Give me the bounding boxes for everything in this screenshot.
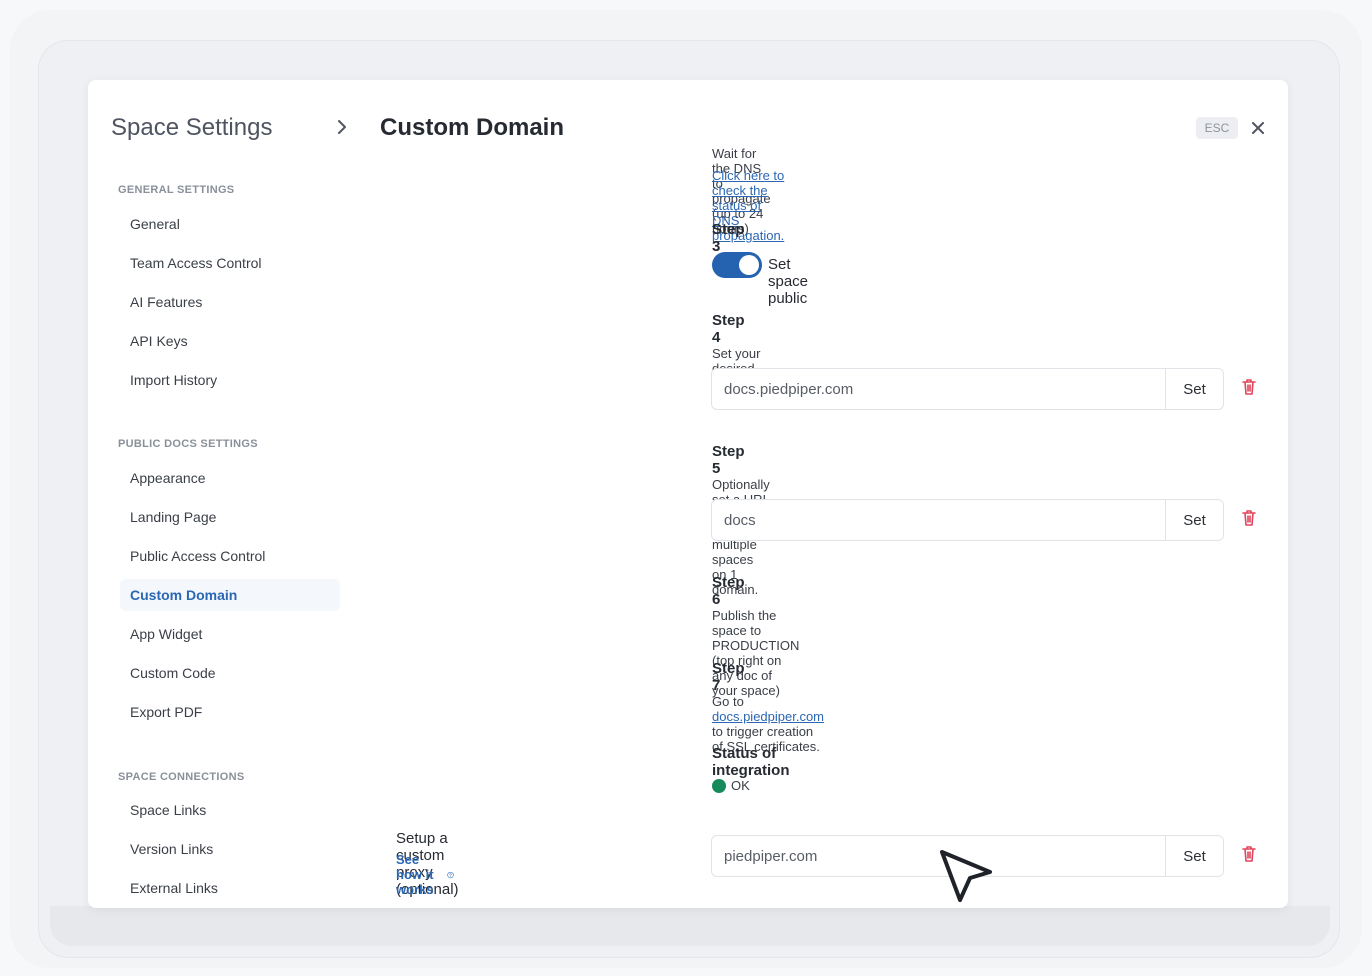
- subdomain-input[interactable]: [712, 369, 1165, 409]
- step6-title: Step 6: [712, 574, 745, 608]
- sidebar-item-team-access-control[interactable]: Team Access Control: [120, 247, 340, 279]
- see-how-it-works-label: See how it works: [396, 852, 434, 897]
- sidebar-item-app-widget[interactable]: App Widget: [120, 618, 340, 650]
- sidebar-item-custom-domain[interactable]: Custom Domain: [120, 579, 340, 611]
- set-subdomain-button[interactable]: Set: [1165, 369, 1223, 409]
- sidebar-item-version-links[interactable]: Version Links: [120, 833, 340, 865]
- status-text: OK: [731, 778, 750, 793]
- sidebar: Space Settings GENERAL SETTINGS General …: [88, 80, 348, 908]
- trash-icon[interactable]: [1240, 377, 1258, 397]
- status-indicator: [712, 779, 726, 793]
- url-path-field-group: Set: [711, 499, 1224, 541]
- sidebar-item-api-keys[interactable]: API Keys: [120, 325, 340, 357]
- step3-title: Step 3: [712, 221, 745, 255]
- sidebar-item-custom-code[interactable]: Custom Code: [120, 657, 340, 689]
- set-proxy-button[interactable]: Set: [1165, 836, 1223, 876]
- section-label-public-docs: PUBLIC DOCS SETTINGS: [118, 438, 258, 450]
- sidebar-item-general[interactable]: General: [120, 208, 340, 240]
- section-label-general: GENERAL SETTINGS: [118, 184, 235, 196]
- step4-title: Step 4: [712, 312, 745, 346]
- sidebar-item-ai-features[interactable]: AI Features: [120, 286, 340, 318]
- sidebar-item-export-pdf[interactable]: Export PDF: [120, 696, 340, 728]
- sidebar-item-space-links[interactable]: Space Links: [120, 794, 340, 826]
- subdomain-field-group: Set: [711, 368, 1224, 410]
- step7-prefix: Go to: [712, 694, 744, 709]
- cursor-icon: [940, 850, 992, 902]
- section-label-space-connections: SPACE CONNECTIONS: [118, 771, 245, 783]
- toggle-label: Set space public: [768, 256, 809, 307]
- toggle-knob: [739, 255, 759, 275]
- close-icon[interactable]: [1250, 120, 1266, 136]
- sidebar-item-appearance[interactable]: Appearance: [120, 462, 340, 494]
- step5-title: Step 5: [712, 443, 745, 477]
- ssl-trigger-link[interactable]: docs.piedpiper.com: [712, 709, 824, 724]
- sidebar-item-public-access-control[interactable]: Public Access Control: [120, 540, 340, 572]
- page-title: Custom Domain: [380, 114, 565, 141]
- sidebar-item-external-links[interactable]: External Links: [120, 872, 340, 904]
- url-path-input[interactable]: [712, 500, 1165, 540]
- status-title: Status of integration: [712, 745, 790, 779]
- space-settings-title[interactable]: Space Settings: [111, 114, 272, 142]
- trash-icon[interactable]: [1240, 508, 1258, 528]
- step7-title: Step 7: [712, 660, 745, 694]
- sidebar-item-landing-page[interactable]: Landing Page: [120, 501, 340, 533]
- esc-badge[interactable]: ESC: [1196, 117, 1238, 139]
- set-url-path-button[interactable]: Set: [1165, 500, 1223, 540]
- trash-icon[interactable]: [1240, 844, 1258, 864]
- settings-modal: Space Settings GENERAL SETTINGS General …: [88, 80, 1288, 908]
- public-toggle[interactable]: [712, 252, 762, 278]
- modal-shadow: [50, 906, 1330, 946]
- help-icon: [446, 871, 454, 878]
- sidebar-item-import-history[interactable]: Import History: [120, 364, 340, 396]
- chevron-right-icon: [338, 120, 346, 134]
- see-how-it-works-link[interactable]: See how it works: [396, 852, 454, 897]
